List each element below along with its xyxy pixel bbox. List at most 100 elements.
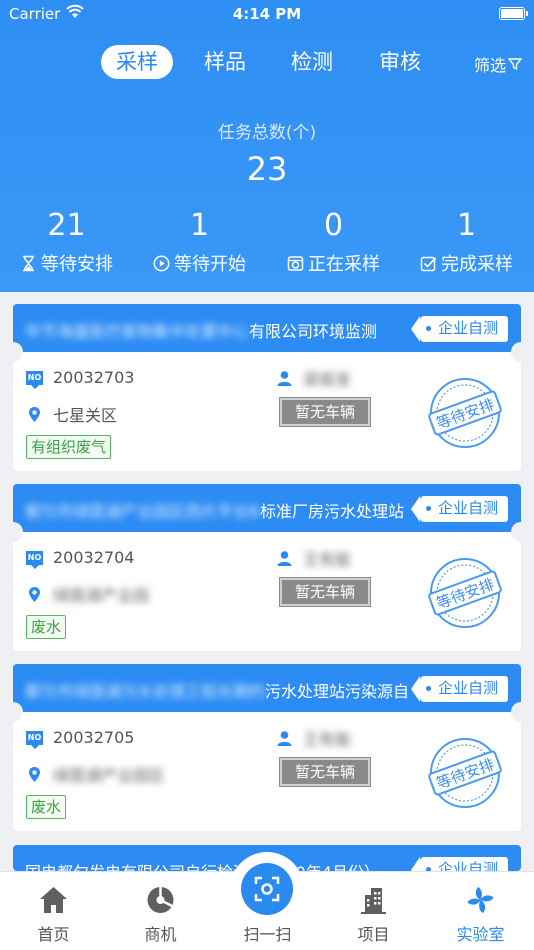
tabbar-label: 项目 <box>357 925 390 944</box>
header: Carrier 4:14 PM 采样 样品 检测 审核 筛选 任务总数(个) 2… <box>0 0 534 292</box>
stat-label: 正在采样 <box>308 254 380 275</box>
tabbar-label: 实验室 <box>456 925 505 944</box>
tab-testing[interactable]: 检测 <box>276 45 348 79</box>
scan-button[interactable] <box>241 863 293 915</box>
stat-value: 21 <box>47 208 86 243</box>
status-stamp: 等待安排 <box>428 738 502 808</box>
self-test-tag: 企业自测 <box>410 857 508 871</box>
location-row: 七星关区 <box>26 402 117 426</box>
tab-sampling[interactable]: 采样 <box>101 45 173 79</box>
tab-review[interactable]: 审核 <box>364 45 436 79</box>
task-number: 20032705 <box>53 728 135 747</box>
filter-label: 筛选 <box>473 56 506 75</box>
pollutant-type-tag: 废水 <box>26 615 67 639</box>
person-name: 王有能 <box>303 550 352 569</box>
stat-sampling[interactable]: 0 正在采样 <box>267 208 400 276</box>
no-vehicle-button[interactable]: 暂无车辆 <box>279 757 371 787</box>
card-title: 毕节海盛医疗废物集中处置中心有限公司环境监测 <box>25 318 377 342</box>
stat-value: 0 <box>323 208 344 243</box>
card-title-text: 标准厂房污水处理站 <box>259 502 404 521</box>
task-card[interactable]: 都匀市绿茵湖污水处理工程长期的污水处理站污染源自 企业自测 NO 2003270… <box>13 664 521 831</box>
pollutant-type-tag: 废水 <box>26 795 67 819</box>
card-title-blurred: 都匀市绿茵湖产业园区西片平台B <box>25 502 260 521</box>
card-title: 都匀市绿茵湖产业园区西片平台B标准厂房污水处理站 <box>25 498 404 522</box>
funnel-icon <box>508 58 522 71</box>
filter-button[interactable]: 筛选 <box>474 52 522 76</box>
location-name: 七星关区 <box>53 406 118 425</box>
stat-value: 1 <box>456 208 477 243</box>
location-row: 绿茵湖产业园区 <box>26 762 165 786</box>
hourglass-icon <box>23 255 34 271</box>
camera-icon <box>287 255 304 271</box>
task-total-value: 23 <box>246 150 288 188</box>
person-icon <box>277 550 292 566</box>
person-icon <box>277 370 292 386</box>
location-name: 绿茵湖产业园区 <box>53 766 166 785</box>
person-row: 王有能 <box>276 546 351 570</box>
location-pin-icon <box>29 586 40 602</box>
card-header: 毕节海盛医疗废物集中处置中心有限公司环境监测 企业自测 <box>13 304 521 352</box>
tabbar-label: 商机 <box>144 925 177 944</box>
tabbar-home[interactable]: 首页 <box>0 872 107 950</box>
top-tabs: 采样 样品 检测 审核 <box>0 45 534 79</box>
card-title-blurred: 毕节海盛医疗废物集中处置中心 <box>25 322 250 341</box>
task-number-row: NO 20032704 <box>26 548 135 569</box>
number-icon: NO <box>26 730 43 749</box>
card-title: 都匀市绿茵湖污水处理工程长期的污水处理站污染源自 <box>25 678 409 702</box>
task-card[interactable]: 都匀市绿茵湖产业园区西片平台B标准厂房污水处理站 企业自测 NO 2003270… <box>13 484 521 651</box>
self-test-tag: 企业自测 <box>410 496 508 522</box>
location-pin-icon <box>29 766 40 782</box>
person-icon <box>277 730 292 746</box>
task-total-label: 任务总数(个) <box>217 123 317 143</box>
number-icon: NO <box>26 550 43 569</box>
task-number: 20032703 <box>53 368 135 387</box>
stat-label: 等待安排 <box>41 254 113 275</box>
self-test-tag: 企业自测 <box>410 316 508 342</box>
card-title-blurred: 都匀市绿茵湖污水处理工程长期的 <box>25 682 266 701</box>
task-card[interactable]: 毕节海盛医疗废物集中处置中心有限公司环境监测 企业自测 NO 20032703 … <box>13 304 521 471</box>
tabbar-lab[interactable]: 实验室 <box>427 872 534 950</box>
person-row: 梁振发 <box>276 366 351 390</box>
building-icon <box>361 888 386 914</box>
home-icon <box>40 887 67 913</box>
stat-label: 完成采样 <box>441 254 513 275</box>
card-title-text: 污水处理站污染源自 <box>265 682 410 701</box>
location-name: 绿茵湖产业园 <box>53 586 150 605</box>
card-title-text: 国电都匀发电有限公司自行检测（2020年4月份） <box>25 859 380 871</box>
tabbar-label: 首页 <box>37 925 70 944</box>
tabbar-project[interactable]: 项目 <box>320 872 427 950</box>
play-circle-icon <box>153 255 170 271</box>
task-number: 20032704 <box>53 548 135 567</box>
card-header: 都匀市绿茵湖污水处理工程长期的污水处理站污染源自 企业自测 <box>13 664 521 712</box>
stat-label: 等待开始 <box>174 254 246 275</box>
task-number-row: NO 20032705 <box>26 728 135 749</box>
battery-icon <box>499 7 528 20</box>
stat-completed[interactable]: 1 完成采样 <box>400 208 533 276</box>
tab-samples[interactable]: 样品 <box>189 45 261 79</box>
card-title-text: 有限公司环境监测 <box>249 322 378 341</box>
stat-value: 1 <box>189 208 210 243</box>
status-stamp: 等待安排 <box>428 558 502 628</box>
card-header: 都匀市绿茵湖产业园区西片平台B标准厂房污水处理站 企业自测 <box>13 484 521 532</box>
person-row: 王有能 <box>276 726 351 750</box>
person-name: 王有能 <box>303 730 352 749</box>
task-number-row: NO 20032703 <box>26 368 135 389</box>
status-stamp: 等待安排 <box>428 378 502 448</box>
clock: 4:14 PM <box>232 5 302 23</box>
number-icon: NO <box>26 370 43 389</box>
pollutant-type-tag: 有组织废气 <box>26 435 112 459</box>
checkbox-icon <box>420 256 437 271</box>
pie-icon <box>147 887 174 913</box>
location-pin-icon <box>29 406 40 422</box>
stat-waiting-arrange[interactable]: 21 等待安排 <box>0 208 133 276</box>
self-test-tag: 企业自测 <box>410 676 508 702</box>
person-name: 梁振发 <box>303 370 352 389</box>
location-row: 绿茵湖产业园 <box>26 582 149 606</box>
status-bar: Carrier 4:14 PM <box>0 0 534 28</box>
no-vehicle-button[interactable]: 暂无车辆 <box>279 397 371 427</box>
scan-icon <box>254 876 280 902</box>
no-vehicle-button[interactable]: 暂无车辆 <box>279 577 371 607</box>
stat-waiting-start[interactable]: 1 等待开始 <box>133 208 266 276</box>
tabbar-opportunity[interactable]: 商机 <box>107 872 214 950</box>
pinwheel-icon <box>467 887 494 913</box>
